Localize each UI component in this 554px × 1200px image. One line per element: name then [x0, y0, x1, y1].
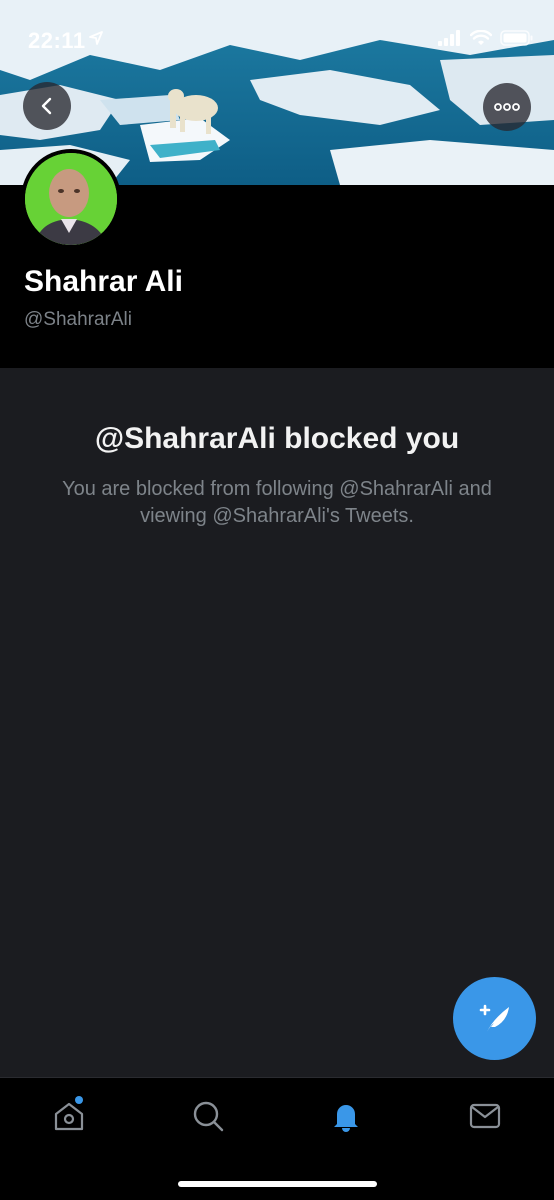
status-time: 22:11 [28, 28, 86, 53]
ellipsis-icon [494, 103, 520, 111]
blocked-title: @ShahrarAli blocked you [94, 422, 460, 455]
tab-messages[interactable] [465, 1096, 505, 1136]
blocked-panel: @ShahrarAli blocked you You are blocked … [0, 368, 554, 1077]
status-icons [438, 30, 534, 46]
compose-tweet-button[interactable] [453, 977, 536, 1060]
tab-notifications[interactable] [326, 1096, 366, 1136]
search-icon [193, 1101, 224, 1132]
avatar[interactable] [21, 149, 121, 249]
battery-icon [500, 30, 533, 46]
compose-tweet-icon [479, 1004, 509, 1032]
home-indicator[interactable] [178, 1181, 377, 1187]
back-button[interactable] [23, 82, 71, 130]
location-arrow-icon [89, 31, 103, 45]
tab-search[interactable] [188, 1096, 228, 1136]
avatar-image [25, 153, 117, 245]
mail-icon [469, 1103, 501, 1129]
profile-name: Shahrar Ali [24, 265, 183, 298]
wifi-icon [470, 30, 492, 45]
profile-handle: @ShahrarAli [24, 309, 132, 330]
more-options-button[interactable] [483, 83, 531, 131]
tab-home[interactable] [49, 1096, 89, 1136]
home-icon [54, 1102, 84, 1131]
chevron-left-icon [41, 97, 52, 115]
blocked-description: You are blocked from following @ShahrarA… [62, 478, 492, 527]
signal-icon [438, 30, 460, 46]
home-notification-dot [75, 1096, 83, 1104]
bell-icon [334, 1105, 358, 1132]
